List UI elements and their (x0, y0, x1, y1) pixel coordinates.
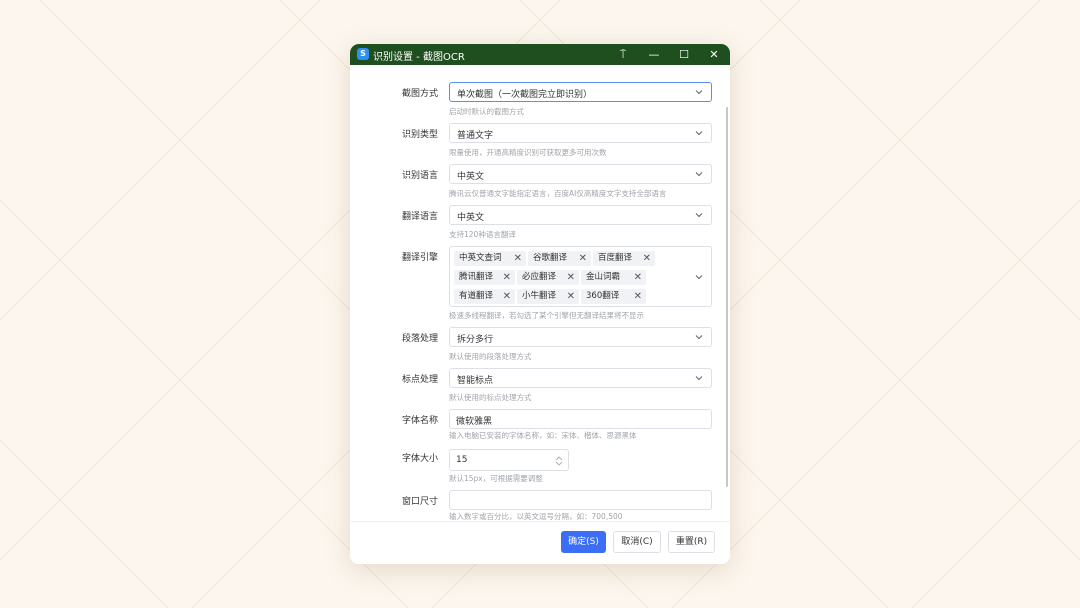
recognition-language-hint: 腾讯云仅普通文字能指定语言，百度AI仅高精度文字支持全部语言 (449, 189, 667, 198)
font-name-value: 微软雅黑 (456, 417, 493, 427)
engine-tag: 小牛翻译 ✕ (517, 289, 579, 304)
close-icon: ✕ (709, 48, 719, 61)
punctuation-hint: 默认使用的标点处理方式 (449, 393, 532, 402)
tag-close-icon[interactable]: ✕ (579, 251, 587, 266)
translation-engine-multiselect[interactable]: 中英文查词 ✕ 谷歌翻译 ✕ 百度翻译 ✕ 腾讯翻译 ✕ 必应翻译 ✕ 金山词霸 ✕ 有道翻… (449, 246, 712, 307)
chevron-down-icon (695, 131, 703, 136)
settings-form: 截图方式 单次截图（一次截图完立即识别） 启动时默认的截图方式 识别类型 普通文… (350, 65, 730, 521)
chevron-down-icon (695, 90, 703, 95)
chevron-down-icon (695, 335, 703, 340)
recognition-language-select[interactable]: 中英文 (449, 164, 712, 184)
paragraph-value: 拆分多行 (457, 335, 494, 345)
minimize-icon: — (648, 48, 660, 61)
pin-button[interactable]: ⍑ (608, 44, 638, 65)
dialog-footer: 确定(S) 取消(C) 重置(R) (350, 521, 730, 564)
font-size-value: 15 (456, 455, 468, 465)
engine-tag: 中英文查词 ✕ (454, 251, 526, 266)
punctuation-label: 标点处理 (401, 375, 438, 385)
engine-tag: 谷歌翻译 ✕ (528, 251, 591, 266)
translation-engine-label: 翻译引擎 (401, 253, 438, 263)
chevron-down-icon (695, 172, 703, 177)
maximize-icon: ☐ (679, 48, 689, 61)
cancel-button[interactable]: 取消(C) (613, 531, 661, 553)
capture-mode-select[interactable]: 单次截图（一次截图完立即识别） (449, 82, 712, 102)
chevron-down-icon (695, 275, 703, 280)
reset-button[interactable]: 重置(R) (668, 531, 715, 553)
engine-tag: 必应翻译 ✕ (517, 270, 579, 285)
tag-close-icon[interactable]: ✕ (503, 289, 511, 304)
close-button[interactable]: ✕ (699, 44, 729, 65)
translation-language-hint: 支持120种语言翻译 (449, 230, 516, 239)
capture-mode-value: 单次截图（一次截图完立即识别） (457, 90, 593, 100)
engine-tag: 360翻译 ✕ (581, 289, 646, 304)
capture-mode-hint: 启动时默认的截图方式 (449, 107, 524, 116)
title-bar[interactable]: S 识别设置 - 截图OCR ⍑ — ☐ ✕ (350, 44, 730, 65)
font-size-hint: 默认15px，可根据需要调整 (449, 474, 543, 483)
window-size-hint: 输入数字或百分比，以英文逗号分隔，如：700,500 (449, 512, 623, 521)
recognition-type-label: 识别类型 (401, 130, 438, 140)
font-size-stepper[interactable]: 15 (449, 449, 569, 471)
punctuation-value: 智能标点 (457, 376, 494, 386)
recognition-type-value: 普通文字 (457, 131, 494, 141)
translation-language-select[interactable]: 中英文 (449, 205, 712, 225)
translation-engine-hint: 极速多线程翻译，若勾选了某个引擎但无翻译结果将不显示 (449, 311, 644, 320)
chevron-down-icon (695, 376, 703, 381)
font-name-hint: 输入电脑已安装的字体名称，如：宋体、楷体、思源黑体 (449, 431, 637, 440)
confirm-button[interactable]: 确定(S) (561, 531, 606, 553)
tag-close-icon[interactable]: ✕ (503, 270, 511, 285)
window-size-label: 窗口尺寸 (401, 497, 438, 507)
recognition-type-hint: 限量使用，开通高精度识别可获取更多可用次数 (449, 148, 607, 157)
window-size-input[interactable] (449, 490, 712, 510)
font-name-label: 字体名称 (401, 416, 438, 426)
engine-tag: 百度翻译 ✕ (593, 251, 655, 266)
tag-close-icon[interactable]: ✕ (634, 270, 642, 285)
paragraph-select[interactable]: 拆分多行 (449, 327, 712, 347)
app-logo-icon: S (357, 48, 369, 60)
paragraph-label: 段落处理 (401, 334, 438, 344)
settings-window: S 识别设置 - 截图OCR ⍑ — ☐ ✕ 截图方式 单次截图（一次截图完立即… (350, 44, 730, 564)
engine-tag: 腾讯翻译 ✕ (454, 270, 515, 285)
font-name-input[interactable]: 微软雅黑 (449, 409, 712, 429)
chevron-down-icon (695, 213, 703, 218)
pin-icon: ⍑ (619, 48, 627, 61)
translation-language-value: 中英文 (457, 213, 485, 223)
capture-mode-label: 截图方式 (401, 89, 438, 99)
recognition-language-value: 中英文 (457, 172, 485, 182)
recognition-language-label: 识别语言 (401, 171, 438, 181)
scrollbar[interactable] (726, 107, 728, 487)
font-size-label: 字体大小 (401, 454, 438, 464)
minimize-button[interactable]: — (639, 44, 669, 65)
tag-close-icon[interactable]: ✕ (567, 289, 575, 304)
punctuation-select[interactable]: 智能标点 (449, 368, 712, 388)
tag-close-icon[interactable]: ✕ (567, 270, 575, 285)
tag-close-icon[interactable]: ✕ (634, 289, 642, 304)
window-title: 识别设置 - 截图OCR (373, 52, 465, 63)
tag-close-icon[interactable]: ✕ (643, 251, 651, 266)
tag-close-icon[interactable]: ✕ (514, 251, 522, 266)
paragraph-hint: 默认使用的段落处理方式 (449, 352, 532, 361)
translation-language-label: 翻译语言 (401, 212, 438, 222)
engine-tag: 金山词霸 ✕ (581, 270, 646, 285)
recognition-type-select[interactable]: 普通文字 (449, 123, 712, 143)
stepper-arrows-icon[interactable] (555, 455, 563, 467)
maximize-button[interactable]: ☐ (669, 44, 699, 65)
engine-tag: 有道翻译 ✕ (454, 289, 515, 304)
